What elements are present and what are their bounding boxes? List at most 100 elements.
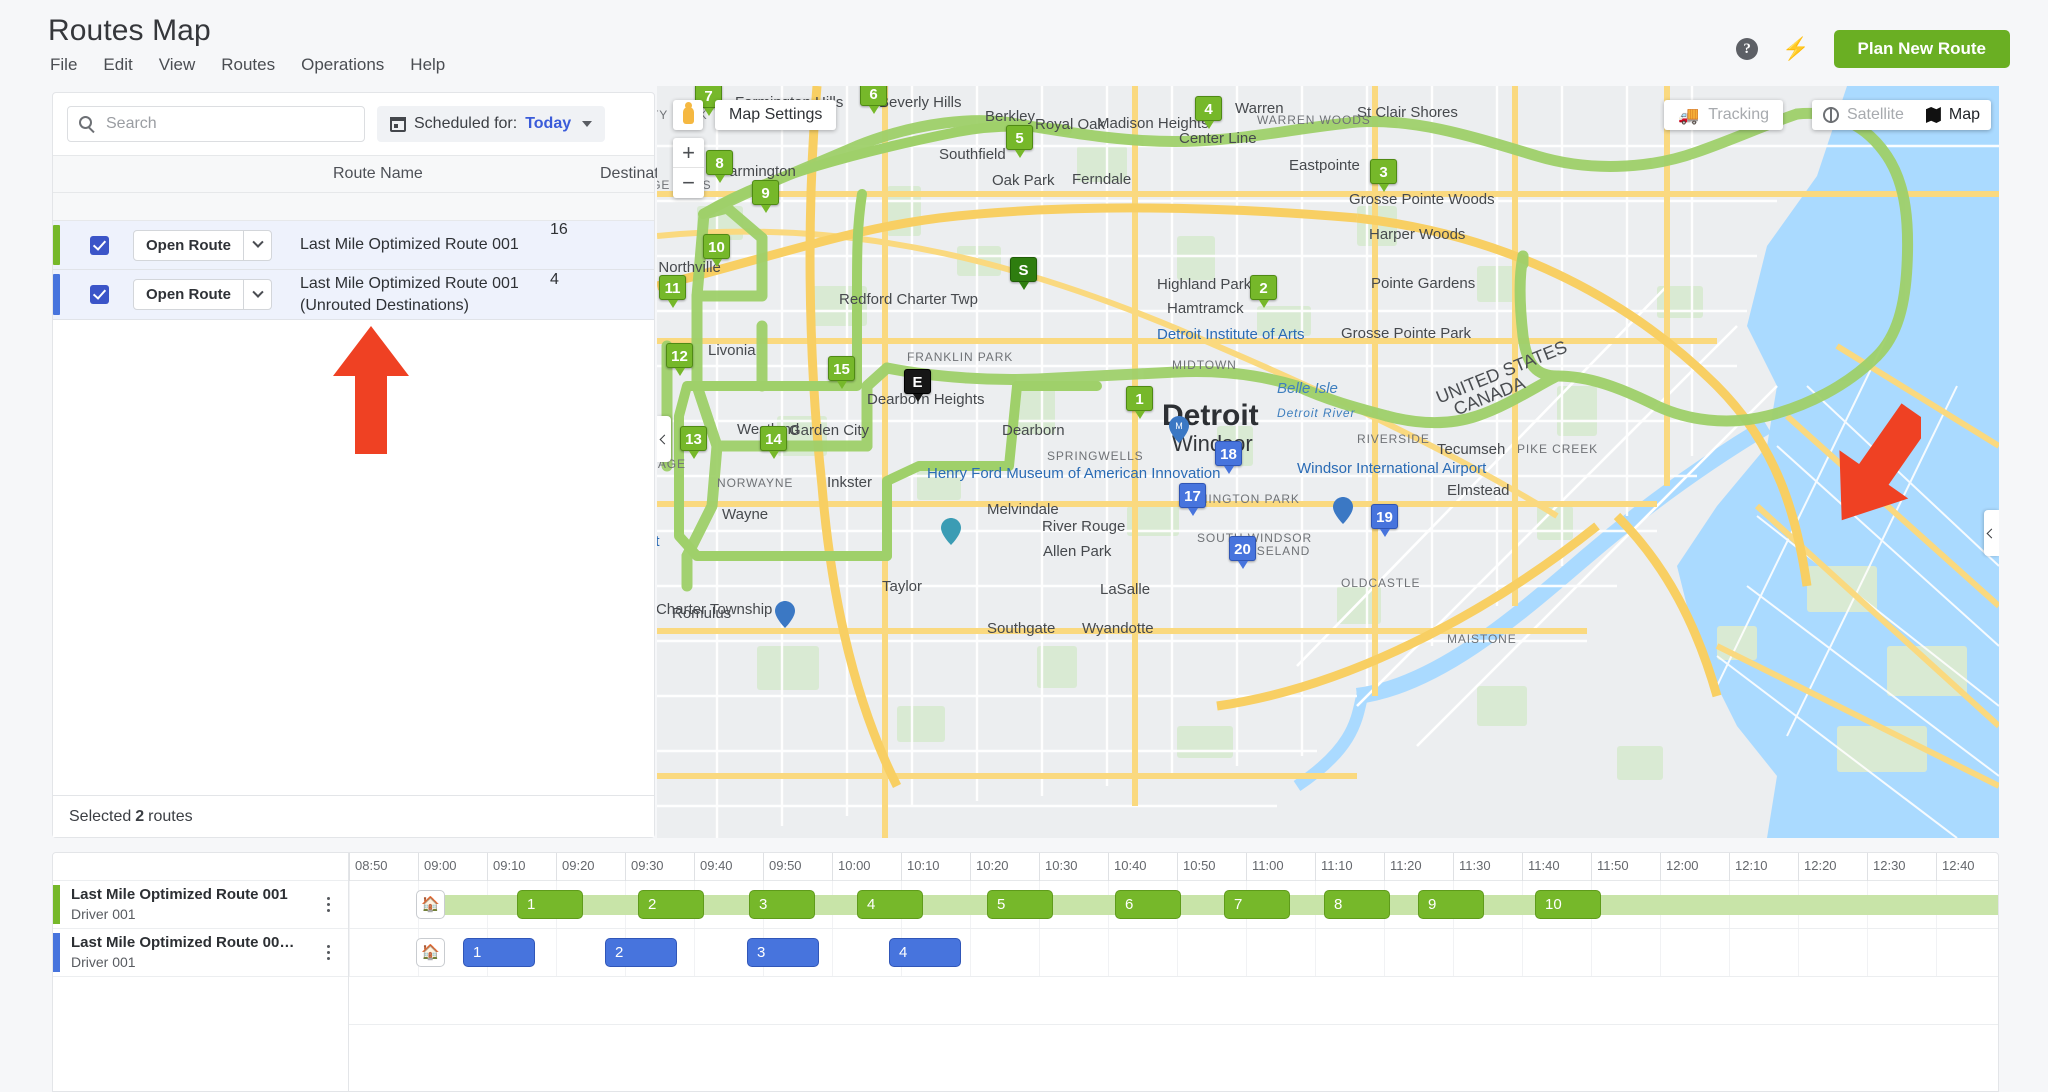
time-tick: 12:40 [1936, 853, 1975, 881]
menu-item-help[interactable]: Help [410, 55, 445, 75]
map-pin-9[interactable]: 9 [752, 180, 779, 213]
menu-item-operations[interactable]: Operations [301, 55, 384, 75]
map-pin-3[interactable]: 3 [1370, 159, 1397, 192]
lightning-bolt-icon[interactable]: ⚡ [1782, 38, 1809, 60]
time-tick: 09:30 [625, 853, 664, 881]
collapse-right-panel-button[interactable] [1984, 510, 1999, 556]
map-pin-13[interactable]: 13 [680, 426, 707, 459]
map-pin-2[interactable]: 2 [1250, 275, 1277, 308]
map-pin-18[interactable]: 18 [1215, 441, 1242, 474]
map-settings-button[interactable]: Map Settings [715, 100, 837, 130]
timeline-stop-chip[interactable]: 4 [889, 938, 961, 967]
museum-poi-icon-2 [941, 518, 961, 545]
search-input[interactable] [68, 107, 364, 141]
help-icon[interactable]: ? [1736, 38, 1759, 60]
zoom-controls[interactable]: + − [673, 138, 704, 198]
timeline-stop-chip[interactable]: 2 [638, 890, 704, 919]
home-icon: 🏠 [421, 896, 440, 913]
map-pin-20[interactable]: 20 [1229, 536, 1256, 569]
search-icon [79, 116, 92, 129]
street-view-pegman-icon[interactable] [673, 100, 703, 130]
route-color-indicator [53, 933, 60, 972]
timeline-stop-chip[interactable]: 6 [1115, 890, 1181, 919]
satellite-option[interactable]: Satellite [1812, 106, 1915, 124]
tracking-label: Tracking [1708, 106, 1769, 123]
chevron-down-icon [251, 236, 264, 248]
route-name: Last Mile Optimized Route 001 (Unrouted … [300, 275, 519, 314]
timeline-stop-chip[interactable]: 8 [1324, 890, 1390, 919]
map-pin-6[interactable]: 6 [860, 86, 887, 114]
menu-item-file[interactable]: File [50, 55, 77, 75]
open-route-dropdown-toggle[interactable] [243, 230, 271, 260]
map-pin-12[interactable]: 12 [666, 343, 693, 376]
museum-poi-icon: M [1169, 416, 1189, 443]
timeline-stop-chip[interactable]: 3 [747, 938, 819, 967]
street-view-control[interactable] [673, 100, 703, 130]
timeline-grid[interactable]: 08:50 09:00 09:10 09:20 09:30 09:40 09:5… [349, 853, 1998, 1091]
scheduled-for-value: Today [525, 115, 572, 132]
airport-poi-icon-2 [775, 601, 795, 628]
timeline-lane[interactable]: 🏠 1 2 3 4 [349, 929, 1998, 977]
timeline-stop-chip[interactable]: 10 [1535, 890, 1601, 919]
timeline-stop-chip[interactable]: 1 [463, 938, 535, 967]
timeline-route-name: Last Mile Optimized Route 001 (Un... [71, 934, 299, 952]
timeline-row-label[interactable]: Last Mile Optimized Route 001 Driver 001 [53, 881, 348, 929]
map-pin-4[interactable]: 4 [1195, 96, 1222, 129]
map-type-switcher[interactable]: Satellite Map [1811, 100, 1991, 130]
search-box[interactable] [67, 106, 365, 142]
open-route-button[interactable]: Open Route [133, 279, 272, 310]
time-tick: 12:00 [1660, 853, 1699, 881]
map-pin-start[interactable]: S [1010, 257, 1037, 290]
map-pin-15[interactable]: 15 [828, 356, 855, 389]
map-pin-8[interactable]: 8 [706, 150, 733, 183]
menu-item-routes[interactable]: Routes [221, 55, 275, 75]
map-pin-17[interactable]: 17 [1179, 483, 1206, 516]
time-tick: 09:40 [694, 853, 733, 881]
time-tick: 11:00 [1246, 853, 1284, 881]
table-row[interactable]: Open Route Last Mile Optimized Route 001… [53, 270, 654, 320]
zoom-in-button[interactable]: + [673, 138, 704, 168]
route-checkbox[interactable] [90, 285, 109, 304]
plan-new-route-button[interactable]: Plan New Route [1833, 30, 2010, 68]
menu-item-edit[interactable]: Edit [103, 55, 132, 75]
timeline-stop-chip[interactable]: 9 [1418, 890, 1484, 919]
time-tick: 12:20 [1798, 853, 1837, 881]
timeline-driver-name: Driver 001 [71, 953, 136, 970]
timeline-stop-chip[interactable]: 1 [517, 890, 583, 919]
timeline-stop-chip[interactable]: 2 [605, 938, 677, 967]
timeline-stop-chip[interactable]: 5 [987, 890, 1053, 919]
map-pin-19[interactable]: 19 [1371, 504, 1398, 537]
zoom-out-button[interactable]: − [673, 168, 704, 198]
scheduled-for-button[interactable]: Scheduled for: Today [377, 106, 606, 142]
route-name: Last Mile Optimized Route 001 [300, 236, 519, 254]
map-pin-1[interactable]: 1 [1126, 386, 1153, 419]
map-pin-11[interactable]: 11 [659, 275, 686, 308]
menu-item-view[interactable]: View [159, 55, 196, 75]
map-pin-10[interactable]: 10 [703, 234, 730, 267]
open-route-button[interactable]: Open Route [133, 229, 272, 261]
table-row[interactable]: Open Route Last Mile Optimized Route 001… [53, 221, 654, 270]
collapse-left-panel-button[interactable] [657, 416, 671, 462]
tracking-toggle[interactable]: 🚚 Tracking [1664, 100, 1783, 130]
home-depot-chip[interactable]: 🏠 [416, 938, 445, 967]
time-tick: 10:00 [832, 853, 871, 881]
timeline-stop-chip[interactable]: 4 [857, 890, 923, 919]
map-option[interactable]: Map [1915, 106, 1991, 124]
map-pin-5[interactable]: 5 [1006, 125, 1033, 158]
column-header-route-name[interactable]: Route Name [333, 165, 423, 183]
map-pin-end[interactable]: E [904, 369, 931, 402]
map-canvas[interactable]: Beverly Hills Berkley Warren Farmington … [657, 86, 1999, 838]
map-pin-14[interactable]: 14 [760, 426, 787, 459]
scheduled-for-label: Scheduled for: [414, 115, 518, 132]
chevron-left-icon [659, 434, 669, 444]
timeline-row-label[interactable]: Last Mile Optimized Route 001 (Un... Dri… [53, 929, 348, 977]
timeline-row-menu-icon[interactable] [316, 897, 340, 912]
open-route-dropdown-toggle[interactable] [243, 280, 271, 309]
timeline-row-menu-icon[interactable] [316, 945, 340, 960]
time-tick: 08:50 [349, 853, 388, 881]
timeline-stop-chip[interactable]: 7 [1224, 890, 1290, 919]
route-checkbox[interactable] [90, 235, 109, 255]
home-depot-chip[interactable]: 🏠 [416, 890, 445, 919]
timeline-lane[interactable]: 🏠 1 2 3 4 5 6 7 8 9 10 [349, 881, 1998, 929]
timeline-stop-chip[interactable]: 3 [749, 890, 815, 919]
